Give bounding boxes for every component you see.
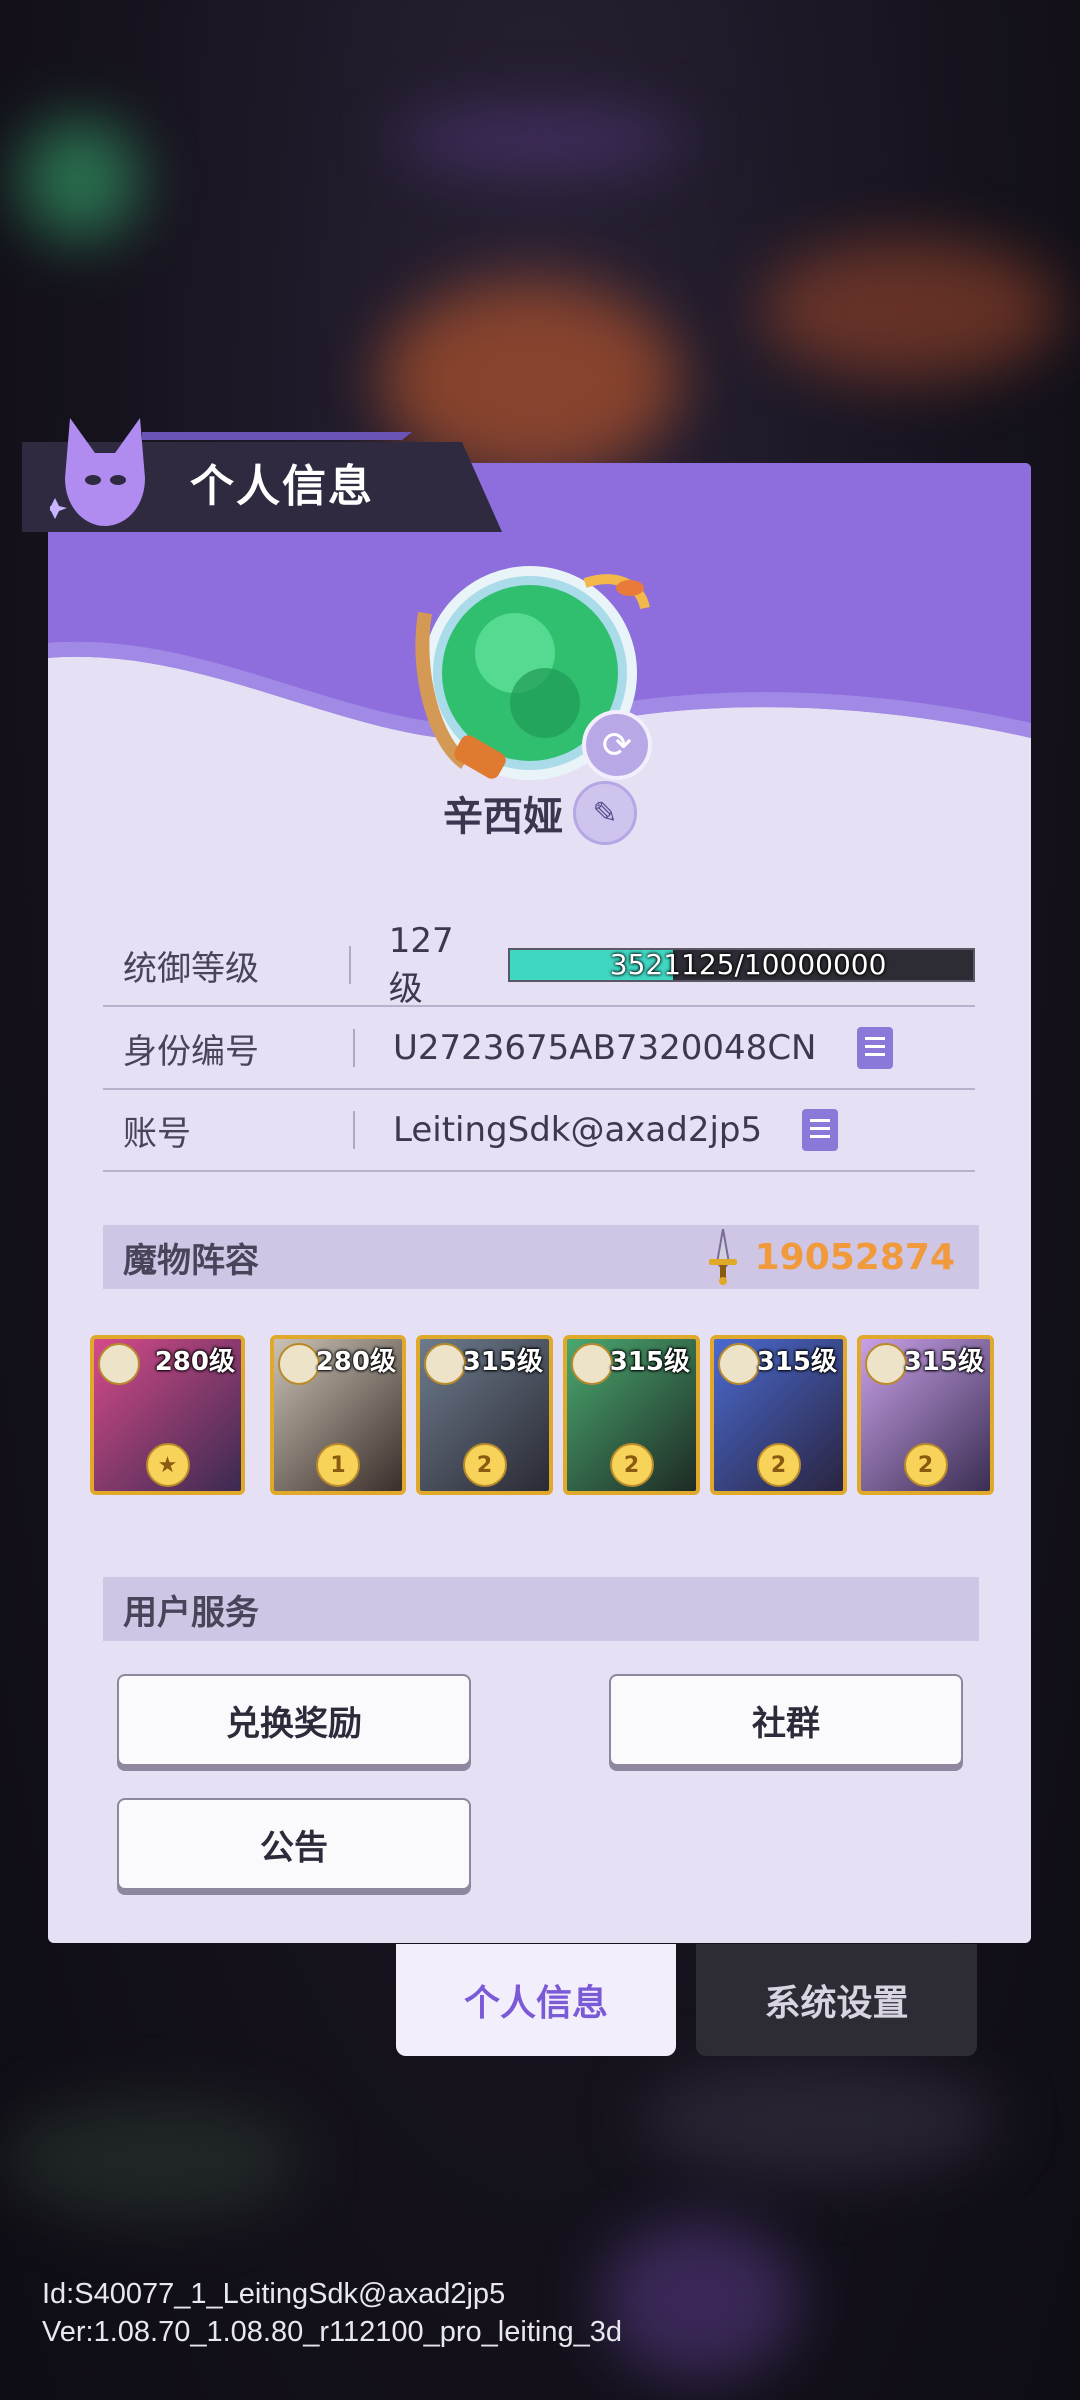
team-member-card[interactable]: 315级 2 <box>563 1335 700 1495</box>
divider <box>353 1029 355 1067</box>
faction-icon <box>98 1343 140 1385</box>
xp-progress-bar: 3521125/10000000 <box>507 948 975 982</box>
level-value: 127级 <box>388 920 454 1009</box>
member-level: 315级 <box>756 1347 837 1377</box>
tab-settings[interactable]: 系统设置 <box>696 1944 977 2056</box>
faction-icon <box>424 1343 466 1385</box>
level-label: 统御等级 <box>123 948 259 989</box>
member-level: 280级 <box>154 1347 235 1377</box>
team-member-card[interactable]: 280级 ★ <box>90 1335 245 1495</box>
level-row: 统御等级 127级 3521125/10000000 <box>103 921 975 1009</box>
services-section-header: 用户服务 <box>103 1577 979 1641</box>
sword-icon <box>708 1229 737 1285</box>
combat-power: 19052874 <box>705 1229 979 1285</box>
star-rank-icon: ★ <box>145 1443 190 1487</box>
member-level: 280级 <box>315 1347 396 1377</box>
team-title: 魔物阵容 <box>123 1240 259 1281</box>
footer-id-line: Id:S40077_1_LeitingSdk@axad2jp5 <box>42 2278 506 2310</box>
copy-id-icon[interactable] <box>856 1027 893 1069</box>
refresh-avatar-button[interactable]: ⟳ <box>582 710 652 780</box>
team-member-card[interactable]: 315级 2 <box>710 1335 847 1495</box>
member-level: 315级 <box>609 1347 690 1377</box>
player-name: 辛西娅 <box>443 794 563 840</box>
faction-icon <box>718 1343 760 1385</box>
star-rank-icon: 2 <box>609 1443 654 1487</box>
id-value: U2723675AB7320048CN <box>393 1028 817 1068</box>
redeem-rewards-button[interactable]: 兑换奖励 <box>117 1674 471 1766</box>
member-level: 315级 <box>903 1347 984 1377</box>
team-member-card[interactable]: 280级 1 <box>270 1335 406 1495</box>
team-lineup: 280级 ★ 280级 1 315级 2 315级 2 315级 2 315级 … <box>88 1335 1008 1495</box>
copy-account-icon[interactable] <box>802 1109 839 1151</box>
tab-profile[interactable]: 个人信息 <box>396 1944 676 2056</box>
notice-button[interactable]: 公告 <box>117 1798 471 1890</box>
star-rank-icon: 1 <box>316 1443 360 1487</box>
account-value: LeitingSdk@axad2jp5 <box>393 1110 763 1150</box>
star-rank-icon: 2 <box>756 1443 801 1487</box>
refresh-icon: ⟳ <box>601 724 633 766</box>
divider <box>353 1111 355 1149</box>
account-label: 账号 <box>123 1113 191 1154</box>
edit-name-button[interactable]: ✎ <box>573 781 637 845</box>
divider <box>348 946 351 984</box>
faction-icon <box>571 1343 613 1385</box>
star-rank-icon: 2 <box>903 1443 948 1487</box>
combat-power-value: 19052874 <box>754 1236 955 1278</box>
team-section-header: 魔物阵容 19052874 <box>103 1225 979 1289</box>
team-member-card[interactable]: 315级 2 <box>857 1335 994 1495</box>
version-info: Id:S40077_1_LeitingSdk@axad2jp5 Ver:1.08… <box>42 2275 622 2351</box>
team-member-card[interactable]: 315级 2 <box>416 1335 553 1495</box>
community-button[interactable]: 社群 <box>609 1674 963 1766</box>
id-label: 身份编号 <box>123 1031 259 1072</box>
services-title: 用户服务 <box>123 1592 259 1633</box>
account-row: 账号 LeitingSdk@axad2jp5 <box>103 1090 975 1172</box>
faction-icon <box>865 1343 907 1385</box>
faction-icon <box>278 1343 320 1385</box>
member-level: 315级 <box>462 1347 543 1377</box>
cat-emblem-icon <box>50 418 145 526</box>
id-row: 身份编号 U2723675AB7320048CN <box>103 1008 975 1090</box>
star-rank-icon: 2 <box>462 1443 507 1487</box>
pencil-icon: ✎ <box>592 795 618 831</box>
footer-version-line: Ver:1.08.70_1.08.80_r112100_pro_leiting_… <box>42 2316 622 2348</box>
panel-title: 个人信息 <box>190 461 374 512</box>
xp-progress-text: 3521125/10000000 <box>609 948 887 981</box>
name-row: 辛西娅 ✎ <box>0 778 1080 848</box>
